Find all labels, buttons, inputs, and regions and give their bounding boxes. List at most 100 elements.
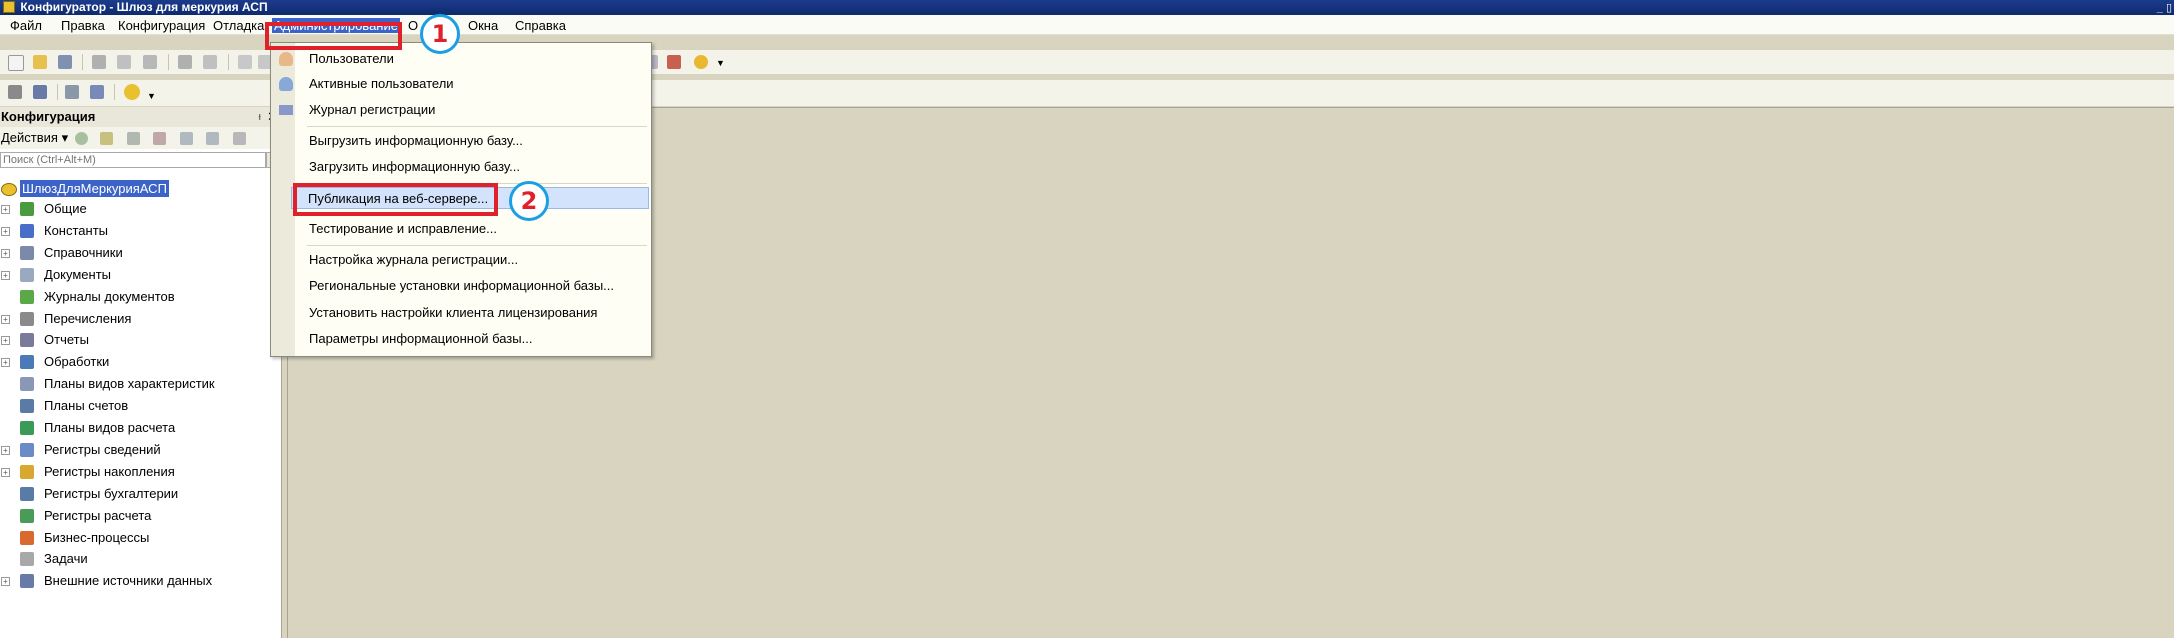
expand-icon[interactable]: + xyxy=(1,577,10,586)
cut-icon[interactable] xyxy=(92,55,106,69)
toolbar-separator xyxy=(168,54,169,70)
panel-actions-bar: Действия ▾ xyxy=(0,127,281,149)
metadata-type-icon xyxy=(20,399,34,413)
metadata-type-icon xyxy=(20,443,34,457)
tree-item-label: Регистры накопления xyxy=(44,464,175,479)
metadata-type-icon xyxy=(20,355,34,369)
syntax-helper-icon[interactable] xyxy=(667,55,681,69)
tree-item-label: Справочники xyxy=(44,245,123,260)
tree-item[interactable]: Регистры бухгалтерии xyxy=(0,484,281,506)
menu-item-regional-settings[interactable]: Региональные установки информационной ба… xyxy=(273,275,649,297)
tree-item[interactable]: + Регистры сведений xyxy=(0,440,281,462)
undo-icon[interactable] xyxy=(238,55,252,69)
add-icon[interactable] xyxy=(75,132,88,145)
move-down-icon[interactable] xyxy=(206,132,219,145)
menu-item-event-log[interactable]: Журнал регистрации xyxy=(273,99,649,121)
expand-icon[interactable]: + xyxy=(1,249,10,258)
tree-item[interactable]: Бизнес-процессы xyxy=(0,528,281,550)
update-db-icon[interactable] xyxy=(65,85,79,99)
config-db-icon[interactable] xyxy=(8,85,22,99)
move-up-icon[interactable] xyxy=(180,132,193,145)
tree-item[interactable]: + Общие xyxy=(0,199,281,221)
open-config-icon[interactable] xyxy=(33,85,47,99)
metadata-type-icon xyxy=(20,377,34,391)
metadata-type-icon xyxy=(20,574,34,588)
paste-icon[interactable] xyxy=(143,55,157,69)
panel-title: Конфигурация xyxy=(1,109,96,124)
user-icon xyxy=(279,52,293,66)
new-icon[interactable] xyxy=(8,55,24,71)
menu-configuration[interactable]: Конфигурация xyxy=(118,18,205,33)
tree-item-label: Планы видов расчета xyxy=(44,420,176,435)
info-icon[interactable] xyxy=(694,55,708,69)
expand-icon[interactable]: + xyxy=(1,358,10,367)
menu-debug[interactable]: Отладка xyxy=(213,18,264,33)
tree-item[interactable]: Журналы документов xyxy=(0,287,281,309)
menu-windows[interactable]: Окна xyxy=(468,18,498,33)
tree-item[interactable]: + Константы xyxy=(0,221,281,243)
pin-icon[interactable]: ᵻ xyxy=(259,107,261,127)
tree-item[interactable]: Планы видов характеристик xyxy=(0,374,281,396)
print-icon[interactable] xyxy=(178,55,192,69)
expand-icon[interactable]: + xyxy=(1,468,10,477)
actions-menu-button[interactable]: Действия ▾ xyxy=(1,127,68,149)
tree-item[interactable]: + Документы xyxy=(0,265,281,287)
preview-icon[interactable] xyxy=(203,55,217,69)
annotation-box-step1 xyxy=(265,22,402,50)
tree-item[interactable]: + Регистры накопления xyxy=(0,462,281,484)
tree-item[interactable]: Задачи xyxy=(0,549,281,571)
copy-item-icon[interactable] xyxy=(127,132,140,145)
tree-item-label: Регистры расчета xyxy=(44,508,152,523)
metadata-type-icon xyxy=(20,509,34,523)
tree-item[interactable]: + Отчеты xyxy=(0,330,281,352)
menu-item-license-client-settings[interactable]: Установить настройки клиента лицензирова… xyxy=(273,302,649,324)
save-icon[interactable] xyxy=(58,55,72,69)
metadata-type-icon xyxy=(20,465,34,479)
sort-icon[interactable] xyxy=(233,132,246,145)
chevron-down-icon[interactable]: ▼ xyxy=(716,58,725,68)
metadata-type-icon xyxy=(20,312,34,326)
window-controls[interactable]: _ ▯ xyxy=(2157,1,2172,16)
app-icon xyxy=(3,0,15,13)
open-icon[interactable] xyxy=(33,55,47,69)
tree-item[interactable]: + Внешние источники данных xyxy=(0,571,281,593)
menu-help[interactable]: Справка xyxy=(515,18,566,33)
expand-icon[interactable]: + xyxy=(1,227,10,236)
toolbar-separator xyxy=(82,54,83,70)
menu-item-active-users[interactable]: Активные пользователи xyxy=(273,73,649,95)
menu-item-event-log-settings[interactable]: Настройка журнала регистрации... xyxy=(273,249,649,271)
run-debug-icon[interactable] xyxy=(124,84,140,100)
tree-item[interactable]: Планы видов расчета xyxy=(0,418,281,440)
tree-item[interactable]: Регистры расчета xyxy=(0,506,281,528)
search-input[interactable] xyxy=(0,152,266,168)
metadata-type-icon xyxy=(20,531,34,545)
menu-item-load-infobase[interactable]: Загрузить информационную базу... xyxy=(273,156,649,178)
expand-icon[interactable]: + xyxy=(1,315,10,324)
menu-edit[interactable]: Правка xyxy=(61,18,105,33)
expand-icon[interactable]: + xyxy=(1,336,10,345)
tree-item-label: Перечисления xyxy=(44,311,132,326)
menu-item-infobase-parameters[interactable]: Параметры информационной базы... xyxy=(273,328,649,350)
tree-item-label: Планы видов характеристик xyxy=(44,376,215,391)
tree-item[interactable]: + Справочники xyxy=(0,243,281,265)
menu-file[interactable]: Файл xyxy=(10,18,42,33)
delete-icon[interactable] xyxy=(153,132,166,145)
expand-icon[interactable]: + xyxy=(1,205,10,214)
compare-icon[interactable] xyxy=(90,85,104,99)
tree-item[interactable]: + Обработки xyxy=(0,352,281,374)
tree-item-label: Общие xyxy=(44,201,87,216)
tree-item[interactable]: Планы счетов xyxy=(0,396,281,418)
metadata-type-icon xyxy=(20,421,34,435)
expand-icon[interactable]: + xyxy=(1,446,10,455)
edit-icon[interactable] xyxy=(100,132,113,145)
annotation-box-step2 xyxy=(293,183,498,216)
chevron-down-icon[interactable]: ▼ xyxy=(147,91,156,101)
expand-icon[interactable]: + xyxy=(1,271,10,280)
menu-service[interactable]: О xyxy=(408,18,418,33)
window-title: Конфигуратор - Шлюз для меркурия АСП xyxy=(20,0,268,14)
menu-item-dump-infobase[interactable]: Выгрузить информационную базу... xyxy=(273,130,649,152)
tree-item[interactable]: + Перечисления xyxy=(0,309,281,331)
menu-item-test-and-repair[interactable]: Тестирование и исправление... xyxy=(273,218,649,240)
menu-item-users[interactable]: Пользователи xyxy=(273,48,649,70)
copy-icon[interactable] xyxy=(117,55,131,69)
